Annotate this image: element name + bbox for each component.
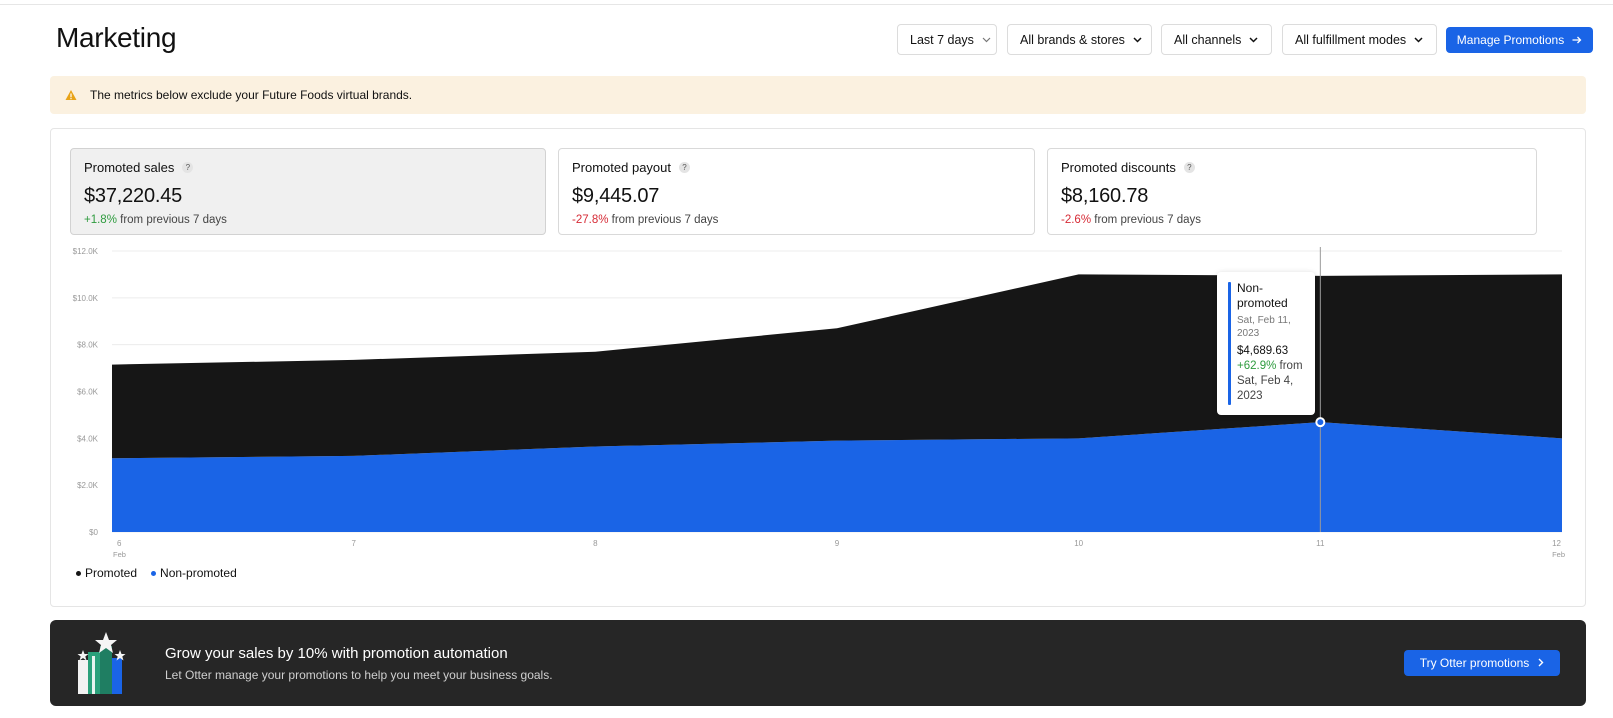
legend-item-promoted[interactable]: Promoted <box>76 566 137 580</box>
x-tick-sublabel: Feb <box>1552 550 1565 559</box>
y-tick-label: $6.0K <box>77 388 99 397</box>
y-tick-label: $12.0K <box>73 247 99 256</box>
legend-dot <box>151 570 157 576</box>
promo-subtitle: Let Otter manage your promotions to help… <box>165 668 553 682</box>
y-tick-label: $8.0K <box>77 341 99 350</box>
y-tick-label: $10.0K <box>73 294 99 303</box>
promo-title: Grow your sales by 10% with promotion au… <box>165 645 508 662</box>
y-tick-label: $2.0K <box>77 481 99 490</box>
chart-tooltip: Non-promoted Sat, Feb 11, 2023 $4,689.63… <box>1217 272 1315 415</box>
legend-dot <box>76 570 81 576</box>
y-tick-label: $4.0K <box>77 434 99 443</box>
tooltip-change: +62.9% <box>1237 360 1277 372</box>
y-tick-label: $0 <box>89 528 98 537</box>
promotion-automation-banner: Grow your sales by 10% with promotion au… <box>50 620 1586 706</box>
tooltip-series-marker <box>1228 282 1231 405</box>
legend-label: Non-promoted <box>160 566 237 580</box>
legend-label: Promoted <box>85 566 138 580</box>
x-tick-label: 6 <box>117 539 122 548</box>
trophy-bars-icon <box>77 632 126 694</box>
hover-point <box>1315 417 1326 428</box>
x-tick-label: 10 <box>1074 539 1083 548</box>
chevron-right-icon <box>1538 656 1544 670</box>
x-tick-label: 9 <box>835 539 840 548</box>
x-tick-sublabel: Feb <box>113 550 126 559</box>
tooltip-value: $4,689.63 <box>1237 345 1289 357</box>
x-tick-label: 7 <box>351 539 356 548</box>
try-otter-promotions-button[interactable]: Try Otter promotions <box>1404 650 1560 676</box>
x-tick-label: 8 <box>593 539 598 548</box>
legend-item-non-promoted[interactable]: Non-promoted <box>151 566 237 580</box>
tooltip-series: Non-promoted <box>1237 281 1288 310</box>
try-otter-promotions-label: Try Otter promotions <box>1419 656 1530 670</box>
sales-area-chart[interactable]: $0 $2.0K $4.0K $6.0K $8.0K $10.0K $12.0K 6 Feb 7 8… <box>0 0 1613 560</box>
x-tick-label: 11 <box>1316 539 1325 548</box>
chart-legend: Promoted Non-promoted <box>76 566 251 580</box>
tooltip-date: Sat, Feb 11, 2023 <box>1237 315 1291 339</box>
x-tick-label: 12 <box>1552 539 1561 548</box>
